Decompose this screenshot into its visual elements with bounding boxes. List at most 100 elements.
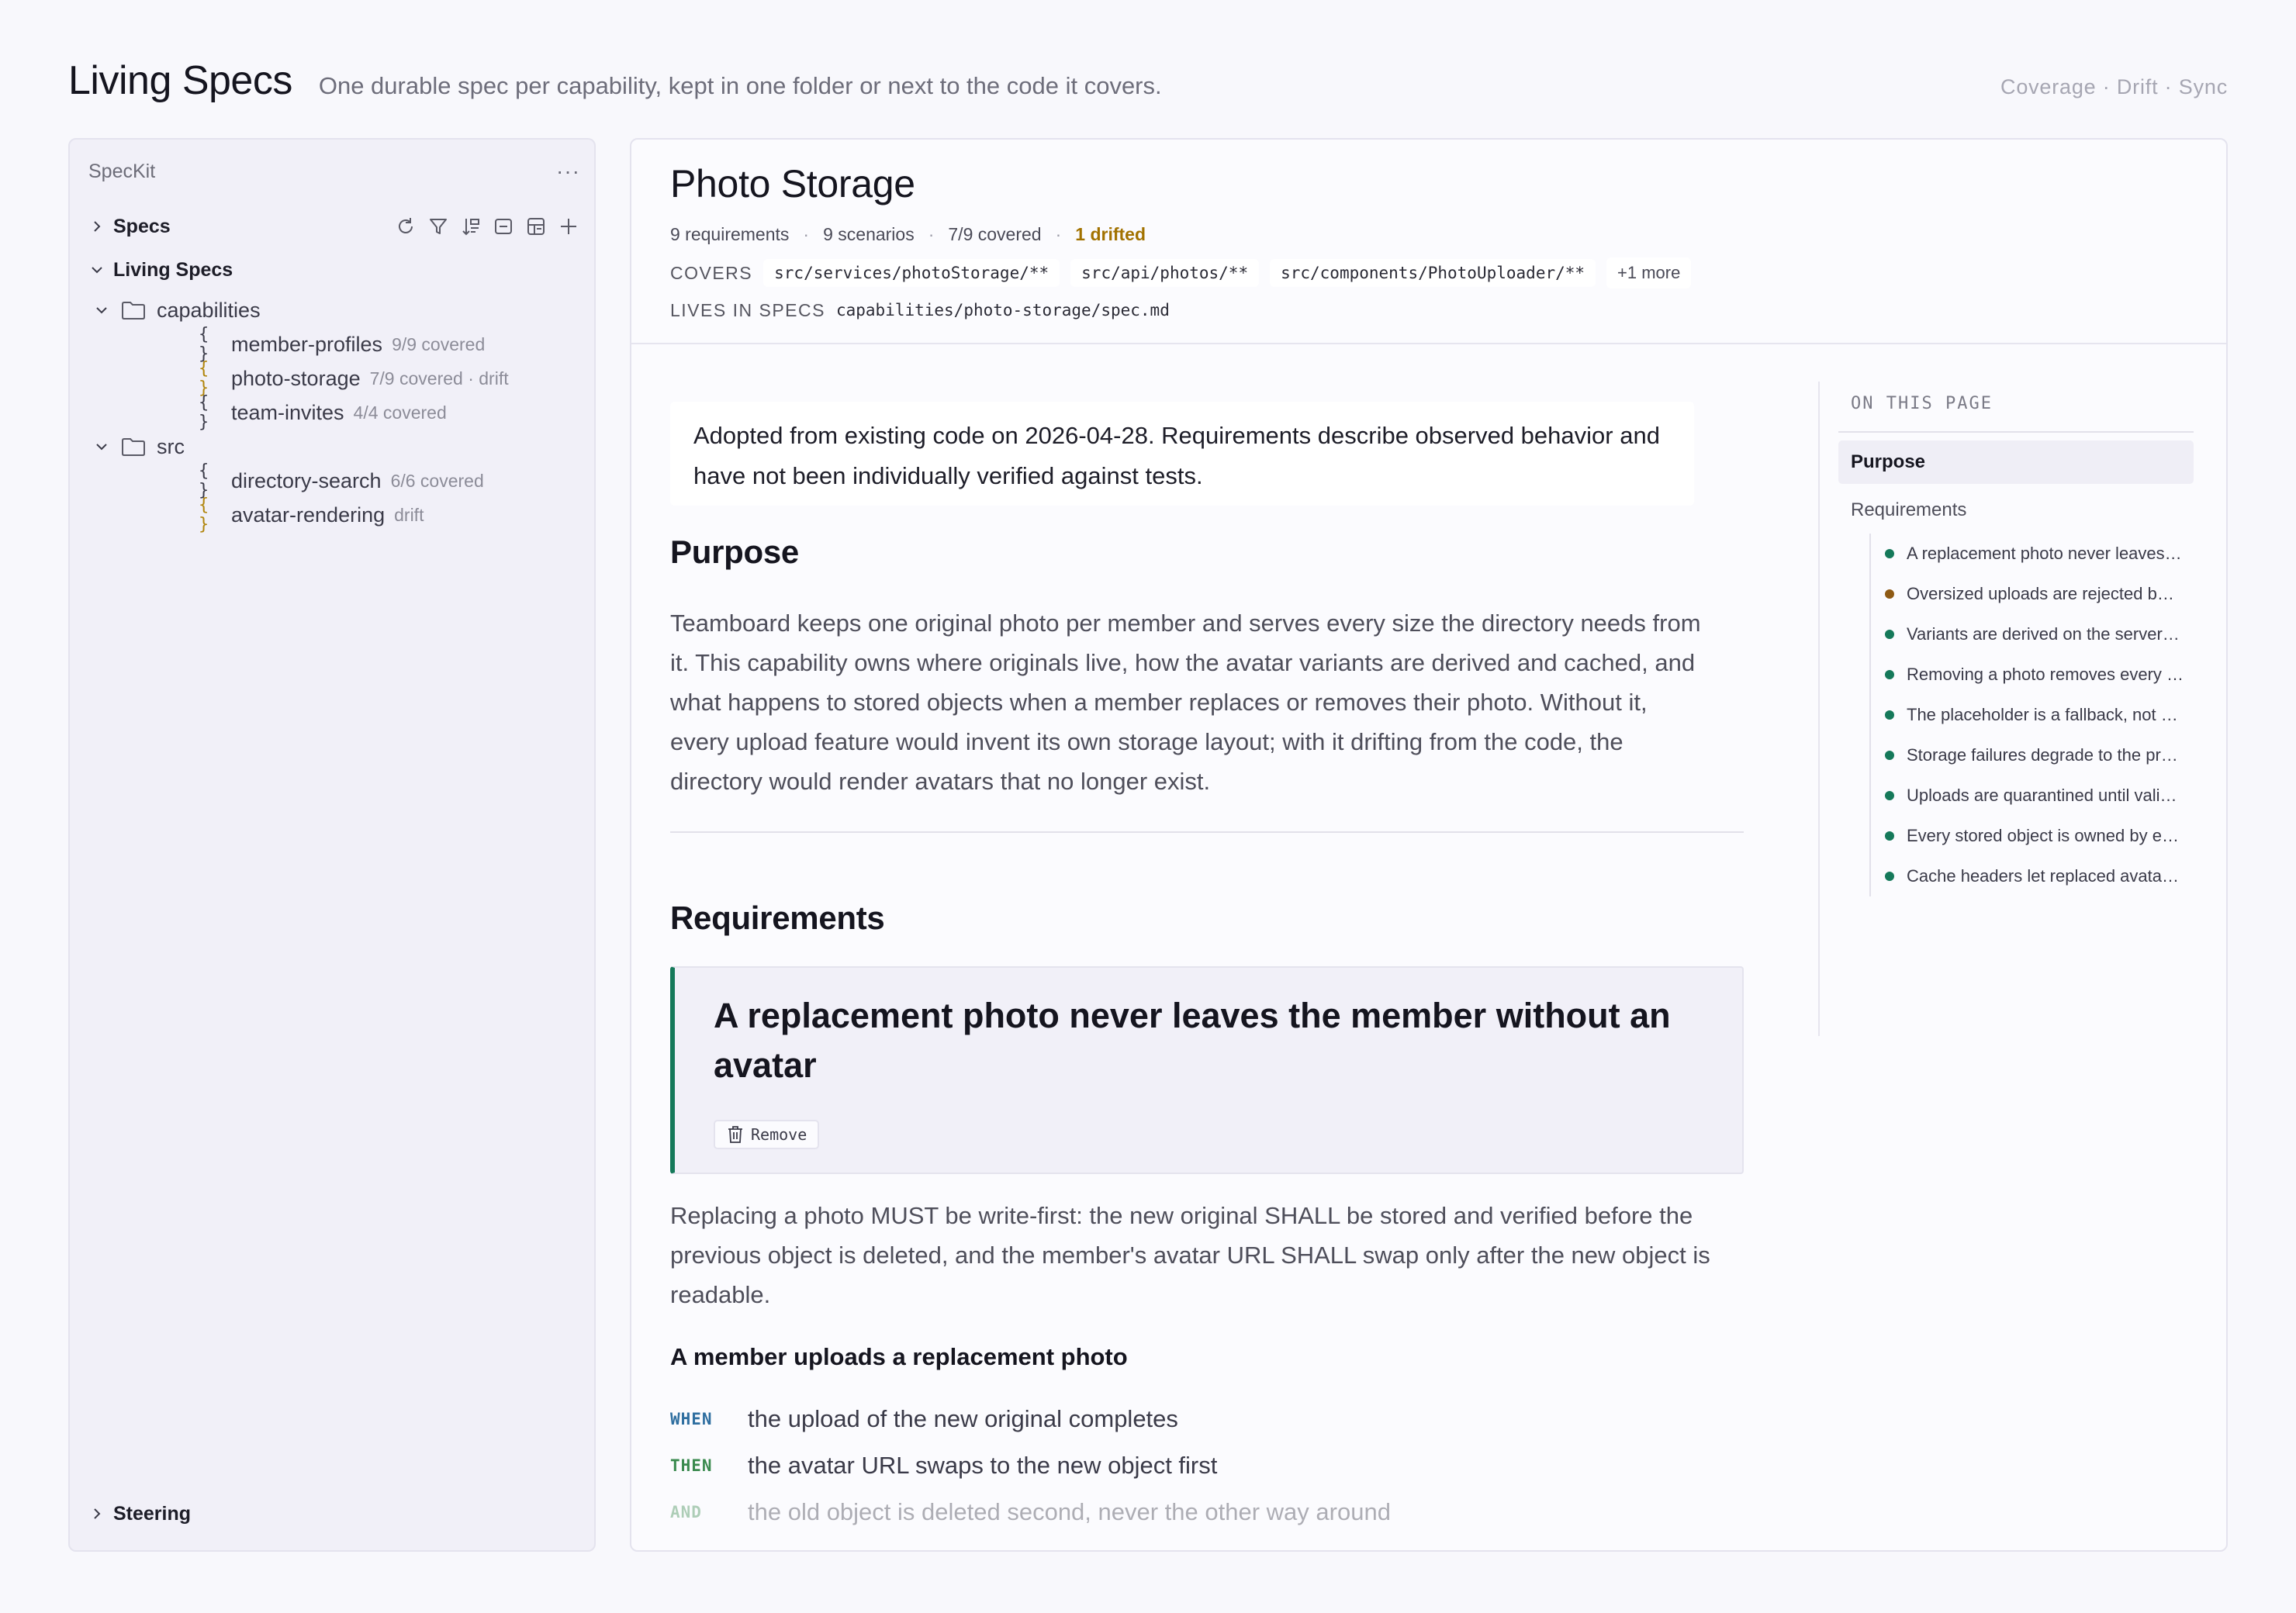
page-title: Living Specs	[68, 58, 292, 103]
refresh-icon[interactable]	[394, 215, 417, 238]
spec-file-path[interactable]: capabilities/photo-storage/spec.md	[836, 296, 1170, 324]
toc-title: ON THIS PAGE	[1851, 394, 1993, 413]
folder-capabilities[interactable]: capabilities	[93, 295, 594, 326]
tree-item-label: team-invites	[231, 400, 344, 424]
requirement-title: A replacement photo never leaves the mem…	[714, 996, 1671, 1085]
toc-requirement-item[interactable]: Oversized uploads are rejected b…	[1871, 574, 2211, 614]
stat-separator: ·	[803, 223, 810, 244]
step-keyword: WHEN	[670, 1410, 713, 1428]
spec-header: Photo Storage 9 requirements · 9 scenari…	[631, 140, 2226, 344]
remove-button-label: Remove	[751, 1125, 807, 1144]
more-icon[interactable]: ···	[556, 161, 580, 182]
step-keyword: AND	[670, 1503, 702, 1521]
spec-file-icon: { }	[199, 359, 210, 398]
tree-item-label: directory-search	[231, 468, 382, 492]
toc-requirement-item[interactable]: Every stored object is owned by e…	[1871, 816, 2211, 856]
section-steering[interactable]: Steering	[88, 1498, 594, 1529]
filter-icon[interactable]	[427, 215, 450, 238]
sort-icon[interactable]	[459, 215, 482, 238]
toc-requirement-item[interactable]: Removing a photo removes every …	[1871, 655, 2211, 695]
page-nav-links[interactable]: Coverage · Drift · Sync	[2000, 75, 2228, 99]
tree-item-meta: 6/6 covered	[390, 470, 484, 491]
toc-link-purpose[interactable]: Purpose	[1838, 440, 2194, 484]
collapse-all-icon[interactable]	[492, 215, 515, 238]
stat-covered: 7/9 covered	[948, 223, 1042, 244]
folder-src[interactable]: src	[93, 431, 594, 462]
covers-path-chip[interactable]: src/api/photos/**	[1070, 259, 1260, 287]
chevron-down-icon	[93, 302, 110, 319]
section-specs[interactable]: Specs	[88, 211, 594, 242]
tree-item-member-profiles[interactable]: { } member-profiles 9/9 covered	[199, 325, 594, 364]
lives-in-row: LIVES IN SPECS capabilities/photo-storag…	[670, 295, 1170, 326]
purpose-text: Teamboard keeps one original photo per m…	[670, 610, 1701, 795]
stat-drifted-badge[interactable]: 1 drifted	[1075, 224, 1146, 245]
covers-label: COVERS	[670, 262, 753, 283]
spec-file-icon: { }	[199, 496, 210, 534]
covers-more-chip[interactable]: +1 more	[1606, 257, 1692, 288]
toc-link-requirements[interactable]: Requirements	[1851, 490, 1966, 530]
toc-item-label: Every stored object is owned by e…	[1907, 826, 2179, 845]
sidebar: SpecKit ··· Specs Living Specs capabilit…	[68, 138, 596, 1552]
purpose-heading: Purpose	[670, 534, 799, 570]
toc-item-label: Cache headers let replaced avata…	[1907, 866, 2179, 886]
trash-icon	[728, 1126, 742, 1143]
chevron-down-icon	[93, 438, 110, 455]
scenario-step-when: WHEN the upload of the new original comp…	[670, 1401, 1741, 1438]
folder-icon	[121, 299, 147, 321]
scenario-title: A member uploads a replacement photo	[670, 1343, 1128, 1370]
layout-icon[interactable]	[524, 215, 548, 238]
stat-separator: ·	[1055, 223, 1062, 244]
tree-item-meta: 9/9 covered	[392, 333, 486, 354]
toc-divider	[1838, 431, 2194, 433]
covers-path-chip[interactable]: src/components/PhotoUploader/**	[1270, 259, 1596, 287]
status-dot	[1885, 751, 1894, 760]
sidebar-brand: SpecKit	[88, 160, 156, 182]
section-living-specs[interactable]: Living Specs	[88, 254, 594, 285]
tree-item-photo-storage[interactable]: { } photo-storage 7/9 covered · drift	[199, 359, 594, 398]
scenario-step-and: AND the old object is deleted second, ne…	[670, 1494, 1741, 1531]
toc-item-label: Removing a photo removes every …	[1907, 665, 2184, 684]
page-subtitle: One durable spec per capability, kept in…	[318, 72, 1162, 99]
status-dot	[1885, 549, 1894, 558]
tree-item-team-invites[interactable]: { } team-invites 4/4 covered	[199, 393, 594, 432]
status-dot	[1885, 831, 1894, 841]
chevron-right-icon	[88, 1505, 105, 1522]
spec-file-icon: { }	[199, 461, 210, 500]
toc-requirement-item[interactable]: Storage failures degrade to the pr…	[1871, 735, 2211, 775]
requirement-text: Replacing a photo MUST be write-first: t…	[670, 1202, 1710, 1308]
toc-requirement-item[interactable]: A replacement photo never leaves…	[1871, 534, 2211, 574]
toc-requirement-item[interactable]: Cache headers let replaced avata…	[1871, 856, 2211, 896]
section-steering-label: Steering	[113, 1502, 192, 1525]
toc-requirement-list: A replacement photo never leaves… Oversi…	[1869, 534, 2211, 896]
requirements-heading: Requirements	[670, 900, 885, 936]
covers-path-chip[interactable]: src/services/photoStorage/**	[763, 259, 1060, 287]
remove-requirement-button[interactable]: Remove	[714, 1120, 820, 1149]
tree-item-meta: 7/9 covered · drift	[369, 368, 509, 389]
chevron-down-icon	[88, 261, 105, 278]
spec-stats: 9 requirements · 9 scenarios · 7/9 cover…	[670, 220, 1146, 248]
status-dot	[1885, 791, 1894, 800]
tree-item-directory-search[interactable]: { } directory-search 6/6 covered	[199, 461, 594, 500]
tree-item-meta: 4/4 covered	[353, 402, 447, 423]
page-header: Living Specs One durable spec per capabi…	[68, 57, 2228, 112]
tree-item-avatar-rendering[interactable]: { } avatar-rendering drift	[199, 496, 594, 534]
chevron-right-icon	[88, 218, 105, 235]
toc-item-label: Oversized uploads are rejected b…	[1907, 584, 2174, 603]
toc-requirement-item[interactable]: The placeholder is a fallback, not …	[1871, 695, 2211, 735]
toc-item-label: Variants are derived on the server…	[1907, 624, 2180, 644]
sidebar-toolbar	[394, 215, 580, 238]
spec-file-icon: { }	[199, 325, 210, 364]
toc-item-label: A replacement photo never leaves…	[1907, 544, 2182, 563]
stat-scenarios: 9 scenarios	[823, 223, 915, 244]
toc-item-label: Storage failures degrade to the pr…	[1907, 745, 2178, 765]
toc-requirement-item[interactable]: Uploads are quarantined until vali…	[1871, 775, 2211, 816]
folder-label: capabilities	[157, 298, 261, 322]
adoption-notice: Adopted from existing code on 2026-04-28…	[670, 402, 1694, 506]
folder-icon	[121, 436, 147, 458]
section-specs-label: Specs	[113, 215, 171, 237]
tree-item-label: photo-storage	[231, 366, 361, 390]
lives-label: LIVES IN SPECS	[670, 299, 825, 320]
add-icon[interactable]	[557, 215, 580, 238]
covers-row: COVERS src/services/photoStorage/** src/…	[670, 256, 1692, 290]
toc-requirement-item[interactable]: Variants are derived on the server…	[1871, 614, 2211, 655]
